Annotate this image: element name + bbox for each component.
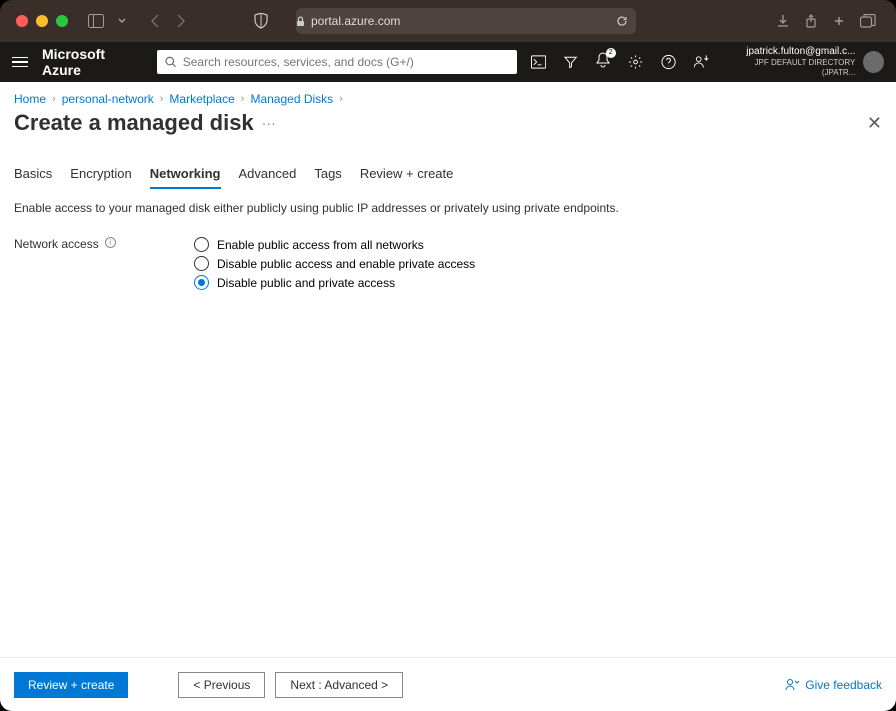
feedback-label: Give feedback (805, 678, 882, 692)
account-email: jpatrick.fulton@gmail.c... (727, 46, 855, 58)
breadcrumb-item[interactable]: personal-network (62, 92, 154, 106)
brand-logo[interactable]: Microsoft Azure (42, 46, 143, 78)
radio-label: Disable public and private access (217, 276, 395, 290)
tab-advanced[interactable]: Advanced (239, 166, 297, 189)
breadcrumb-sep: › (52, 93, 56, 105)
breadcrumb-sep: › (160, 93, 164, 105)
tab-networking[interactable]: Networking (150, 166, 221, 189)
breadcrumb-sep: › (241, 93, 245, 105)
review-create-button[interactable]: Review + create (14, 672, 128, 698)
tab-review[interactable]: Review + create (360, 166, 454, 189)
cloud-shell-icon[interactable] (531, 55, 546, 69)
azure-header: Microsoft Azure 2 jpatrick.fulton@gmail.… (0, 42, 896, 82)
refresh-icon[interactable] (616, 15, 628, 27)
radio-option-private[interactable]: Disable public access and enable private… (194, 256, 475, 271)
traffic-lights (16, 15, 68, 27)
radio-button[interactable] (194, 256, 209, 271)
radio-option-public-all[interactable]: Enable public access from all networks (194, 237, 475, 252)
next-button[interactable]: Next : Advanced > (275, 672, 403, 698)
breadcrumb-item[interactable]: Managed Disks (250, 92, 333, 106)
macos-titlebar: portal.azure.com (0, 0, 896, 42)
window-maximize-button[interactable] (56, 15, 68, 27)
hamburger-menu[interactable] (12, 57, 28, 68)
lock-icon (296, 16, 305, 27)
more-icon[interactable]: ··· (262, 115, 276, 131)
search-input[interactable] (183, 55, 510, 69)
radio-button[interactable] (194, 275, 209, 290)
tab-tags[interactable]: Tags (314, 166, 341, 189)
help-icon[interactable] (661, 54, 676, 70)
breadcrumb-item[interactable]: Marketplace (169, 92, 234, 106)
window-close-button[interactable] (16, 15, 28, 27)
page-title: Create a managed disk (14, 110, 254, 136)
sidebar-toggle-icon[interactable] (88, 14, 104, 28)
feedback-person-icon (785, 678, 799, 692)
avatar (863, 51, 884, 73)
tab-description: Enable access to your managed disk eithe… (0, 189, 896, 233)
shield-icon[interactable] (254, 13, 268, 29)
global-search[interactable] (157, 50, 517, 74)
breadcrumb-sep: › (339, 93, 343, 105)
download-icon[interactable] (776, 14, 790, 28)
tab-basics[interactable]: Basics (14, 166, 52, 189)
notification-badge: 2 (606, 48, 616, 58)
chevron-down-icon[interactable] (118, 18, 126, 24)
radio-option-disable-all[interactable]: Disable public and private access (194, 275, 475, 290)
tabs-icon[interactable] (860, 14, 876, 28)
wizard-footer: Review + create < Previous Next : Advanc… (0, 657, 896, 711)
window-minimize-button[interactable] (36, 15, 48, 27)
breadcrumb: Home › personal-network › Marketplace › … (0, 82, 896, 110)
new-tab-icon[interactable] (832, 14, 846, 28)
radio-button[interactable] (194, 237, 209, 252)
address-bar[interactable]: portal.azure.com (296, 8, 636, 34)
radio-label: Enable public access from all networks (217, 238, 424, 252)
tab-encryption[interactable]: Encryption (70, 166, 131, 189)
breadcrumb-item[interactable]: Home (14, 92, 46, 106)
tabs: Basics Encryption Networking Advanced Ta… (0, 144, 896, 189)
search-icon (165, 56, 176, 68)
url-text: portal.azure.com (311, 14, 400, 28)
radio-label: Disable public access and enable private… (217, 257, 475, 271)
account-directory: JPF DEFAULT DIRECTORY (JPATR... (727, 58, 855, 77)
share-icon[interactable] (804, 14, 818, 28)
close-blade-button[interactable]: ✕ (867, 113, 882, 134)
forward-button[interactable] (176, 14, 186, 28)
account-menu[interactable]: jpatrick.fulton@gmail.c... JPF DEFAULT D… (727, 46, 884, 77)
notifications-icon[interactable]: 2 (596, 52, 610, 73)
give-feedback-link[interactable]: Give feedback (785, 678, 882, 692)
network-access-label: Network access (14, 237, 99, 251)
settings-icon[interactable] (628, 54, 643, 70)
previous-button[interactable]: < Previous (178, 672, 265, 698)
filter-icon[interactable] (564, 55, 577, 69)
feedback-icon[interactable] (694, 54, 709, 70)
info-icon[interactable]: i (105, 237, 116, 248)
back-button[interactable] (150, 14, 160, 28)
